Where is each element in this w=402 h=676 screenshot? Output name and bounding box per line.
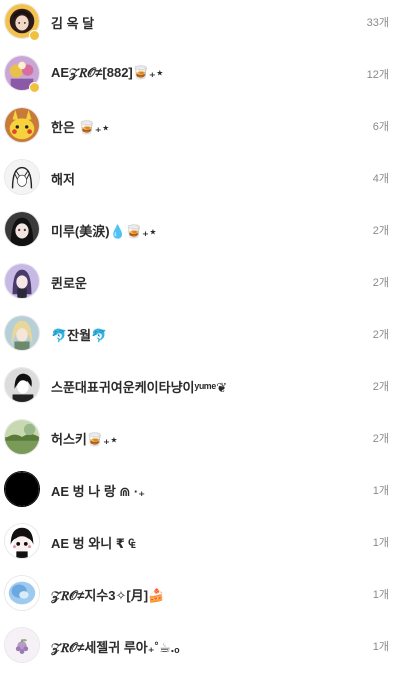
friend-name: AE 벙 나 랑 ⋒ ·₊ — [51, 484, 146, 499]
friend-name: 해저 — [51, 172, 75, 187]
friend-name: 𝒵𝑅𝒪≠지수3✧[月]🍰 — [51, 588, 165, 603]
dark-anime-portrait-avatar — [4, 211, 40, 247]
friend-name: AE𝒵𝑅𝒪≠[882]🥃₊⋆ — [51, 65, 164, 80]
list-item[interactable]: 김 옥 달 33개 — [0, 0, 402, 52]
list-item[interactable]: 스푼대표귀여운케이타냥이ʸᵘᵐᵉ❦ 2개 — [0, 364, 402, 416]
black-white-sketch-avatar — [4, 367, 40, 403]
list-item[interactable]: 𝒵𝑅𝒪≠지수3✧[月]🍰 1개 — [0, 572, 402, 624]
black-circle-avatar — [4, 471, 40, 507]
friend-name: 김 옥 달 — [51, 16, 95, 31]
friend-name: 🐬잔월🐬 — [51, 328, 108, 343]
list-item[interactable]: AE 벙 와니 ₹ ₠ 1개 — [0, 520, 402, 572]
friend-count: 1개 — [372, 641, 389, 653]
friend-count: 2개 — [372, 225, 389, 237]
list-item[interactable]: 한은 🥃₊⋆ 6개 — [0, 104, 402, 156]
friend-name: 퀸로운 — [51, 276, 87, 291]
friend-count: 1개 — [372, 485, 389, 497]
friend-count: 4개 — [372, 173, 389, 185]
friend-count: 2개 — [372, 277, 389, 289]
friend-name: 스푼대표귀여운케이타냥이ʸᵘᵐᵉ❦ — [51, 380, 228, 395]
friend-count: 1개 — [372, 537, 389, 549]
friend-count: 6개 — [372, 121, 389, 133]
friend-name: 미루(美涙)💧🥃₊⋆ — [51, 224, 157, 239]
list-item[interactable]: 𝒵𝑅𝒪≠세젤귀 루아₊˚☕.ₒ 1개 — [0, 624, 402, 676]
manga-sketch-avatar — [4, 159, 40, 195]
list-item[interactable]: 🐬잔월🐬 2개 — [0, 312, 402, 364]
cup-badge-icon — [29, 30, 40, 41]
list-item[interactable]: 허스키🥃₊⋆ 2개 — [0, 416, 402, 468]
green-landscape-avatar — [4, 419, 40, 455]
friend-count: 2개 — [372, 433, 389, 445]
friend-name: 한은 🥃₊⋆ — [51, 120, 110, 135]
purple-anime-avatar — [4, 263, 40, 299]
blonde-anime-avatar — [4, 315, 40, 351]
friend-count: 33개 — [366, 17, 389, 29]
friend-count: 1개 — [372, 589, 389, 601]
friend-name: 허스키🥃₊⋆ — [51, 432, 119, 447]
friend-name: AE 벙 와니 ₹ ₠ — [51, 536, 136, 551]
friend-list: 김 옥 달 33개 AE𝒵𝑅𝒪≠[882]🥃₊⋆ 12개 한은 🥃₊⋆ 6개 해… — [0, 0, 402, 673]
grape-avatar — [4, 627, 40, 663]
list-item[interactable]: 미루(美涙)💧🥃₊⋆ 2개 — [0, 208, 402, 260]
blue-watercolor-avatar — [4, 575, 40, 611]
cup-badge-icon — [29, 82, 40, 93]
list-item[interactable]: AE 벙 나 랑 ⋒ ·₊ 1개 — [0, 468, 402, 520]
friend-count: 2개 — [372, 381, 389, 393]
list-item[interactable]: 해저 4개 — [0, 156, 402, 208]
chibi-character-avatar — [4, 523, 40, 559]
friend-count: 2개 — [372, 329, 389, 341]
list-item[interactable]: 퀸로운 2개 — [0, 260, 402, 312]
friend-name: 𝒵𝑅𝒪≠세젤귀 루아₊˚☕.ₒ — [51, 640, 180, 655]
list-item[interactable]: AE𝒵𝑅𝒪≠[882]🥃₊⋆ 12개 — [0, 52, 402, 104]
pikachu-avatar — [4, 107, 40, 143]
friend-count: 12개 — [366, 69, 389, 81]
